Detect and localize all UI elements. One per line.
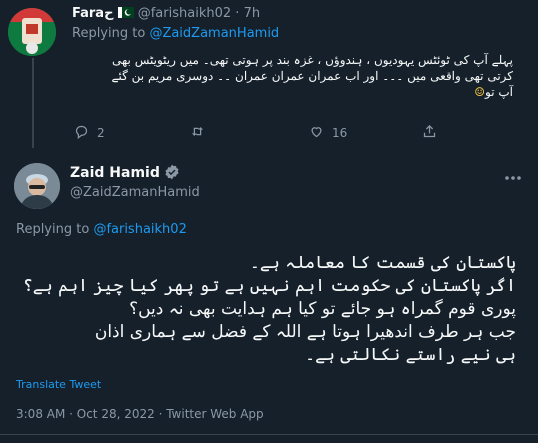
verified-badge-icon (164, 164, 180, 181)
retweet-action[interactable] (190, 124, 213, 142)
reply-tweet-header: Faraح @farishaikh02 · 7h (72, 6, 260, 21)
reply-icon (74, 124, 89, 142)
avatar-zaidhamid[interactable] (14, 163, 60, 209)
avatar-farishaikh[interactable] (8, 8, 56, 56)
reply-text-line: کرتی تھی واقعی میں ۔۔۔ اور اب عمران عمرا… (111, 69, 513, 83)
more-options-icon[interactable] (504, 166, 522, 180)
main-text-line: جب ہر طرف اندھیرا ہوتا ہے اللہ کے فضل سے… (94, 322, 516, 342)
replying-prefix: Replying to (16, 222, 90, 237)
replying-handle-link[interactable]: @farishaikh02 (93, 222, 186, 237)
main-display-name[interactable]: Zaid Hamid (70, 165, 160, 181)
main-text-line: پوری قوم گمراہ ہو جائے تو کیا ہم ہدایت ب… (129, 299, 516, 319)
separator-dot: · (235, 6, 240, 21)
translate-tweet-link[interactable]: Translate Tweet (16, 378, 101, 391)
replying-handle-link[interactable]: @ZaidZamanHamid (149, 26, 279, 41)
reply-handle[interactable]: @farishaikh02 (138, 6, 231, 21)
pakistan-flag-icon (117, 6, 138, 21)
main-replying-to: Replying to @farishaikh02 (16, 222, 187, 237)
avatar-image (14, 163, 60, 209)
reply-text-line: پہلے آپ کی ٹوئٹس یہودیوں ، ہندوؤں ، غزہ … (112, 53, 513, 67)
avatar-image (8, 8, 56, 56)
reply-replying-to: Replying to @ZaidZamanHamid (72, 26, 279, 41)
tweet-timestamp[interactable]: 3:08 AM · Oct 28, 2022 · Twitter Web App (16, 407, 264, 421)
reply-tweet-text: پہلے آپ کی ٹوئٹس یہودیوں ، ہندوؤں ، غزہ … (63, 52, 513, 100)
share-icon (422, 124, 437, 142)
like-action[interactable]: 16 (309, 124, 347, 142)
share-action[interactable] (422, 124, 437, 142)
thread-connector (32, 58, 34, 148)
main-tweet-header: Zaid Hamid (70, 164, 180, 181)
reply-time[interactable]: 7h (244, 6, 261, 21)
reply-text-line: آپ تو☺ (474, 85, 513, 99)
like-count: 16 (332, 126, 348, 140)
smiling-face-emoji: ☺ (474, 85, 486, 99)
reply-action[interactable]: 2 (74, 124, 105, 142)
heart-icon (309, 124, 324, 142)
reply-action-bar: 2 16 (74, 124, 454, 142)
retweet-icon (190, 124, 205, 142)
reply-display-name[interactable]: Faraح (72, 6, 113, 21)
main-tweet-text: پاکستان کی قسمت کا معاملہ ہے۔ اگر پاکستا… (16, 252, 516, 367)
divider (0, 434, 538, 435)
main-text-line: پاکستان کی قسمت کا معاملہ ہے۔ (249, 253, 516, 273)
main-text-line: اگر پاکستان کی حکومت اہم نہیں ہے تو پھر … (22, 276, 516, 296)
main-text-line: ہی نیے راستے نکالتی ہے۔ (305, 345, 516, 365)
main-handle[interactable]: @ZaidZamanHamid (70, 185, 200, 200)
reply-count: 2 (97, 126, 105, 140)
replying-prefix: Replying to (72, 26, 146, 41)
